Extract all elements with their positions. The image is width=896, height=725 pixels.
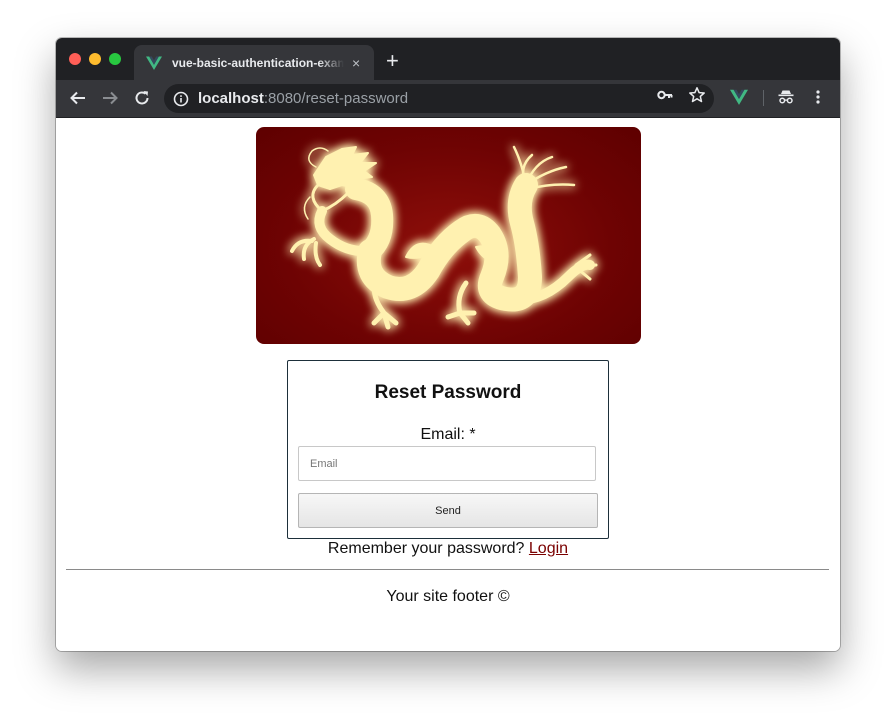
remember-password-line: Remember your password? Login [56, 540, 840, 558]
vue-favicon-icon [146, 55, 162, 71]
send-button[interactable]: Send [298, 493, 598, 528]
key-icon[interactable] [656, 86, 674, 104]
browser-tab[interactable]: vue-basic-authentication-example × [134, 45, 374, 80]
star-icon[interactable] [688, 86, 706, 104]
forward-arrow-icon[interactable] [100, 88, 120, 108]
email-field[interactable] [298, 446, 596, 481]
info-icon[interactable] [173, 91, 189, 107]
reload-icon[interactable] [132, 88, 152, 108]
url-path: :8080/reset-password [263, 90, 409, 107]
email-label: Email: * [420, 426, 476, 443]
maximize-window-button[interactable] [109, 53, 121, 65]
address-bar[interactable]: localhost:8080/reset-password [164, 84, 714, 113]
back-arrow-icon[interactable] [68, 88, 88, 108]
dragon-banner-image [256, 127, 641, 344]
reset-password-card: Reset Password Email: * Send [287, 360, 609, 539]
more-vertical-icon[interactable] [809, 88, 827, 106]
minimize-window-button[interactable] [89, 53, 101, 65]
tab-title: vue-basic-authentication-example [172, 55, 344, 70]
tab-bar: vue-basic-authentication-example × + [56, 38, 840, 80]
footer-divider [66, 569, 829, 570]
remember-text: Remember your password? [327, 540, 525, 557]
card-title: Reset Password [374, 382, 522, 403]
browser-window: vue-basic-authentication-example × + loc… [56, 38, 840, 651]
incognito-icon[interactable] [777, 88, 795, 106]
vue-logo-icon[interactable] [730, 88, 748, 106]
url-host: localhost [198, 90, 264, 107]
new-tab-button[interactable]: + [386, 50, 399, 72]
login-link[interactable]: Login [529, 540, 568, 557]
site-footer: Your site footer © [386, 588, 510, 605]
page-viewport: Reset Password Email: * Send Remember yo… [56, 118, 840, 651]
toolbar-divider [763, 90, 764, 106]
tab-close-icon[interactable]: × [352, 55, 360, 71]
url-text: localhost:8080/reset-password [198, 90, 408, 107]
browser-toolbar: localhost:8080/reset-password [56, 80, 840, 118]
close-window-button[interactable] [69, 53, 81, 65]
